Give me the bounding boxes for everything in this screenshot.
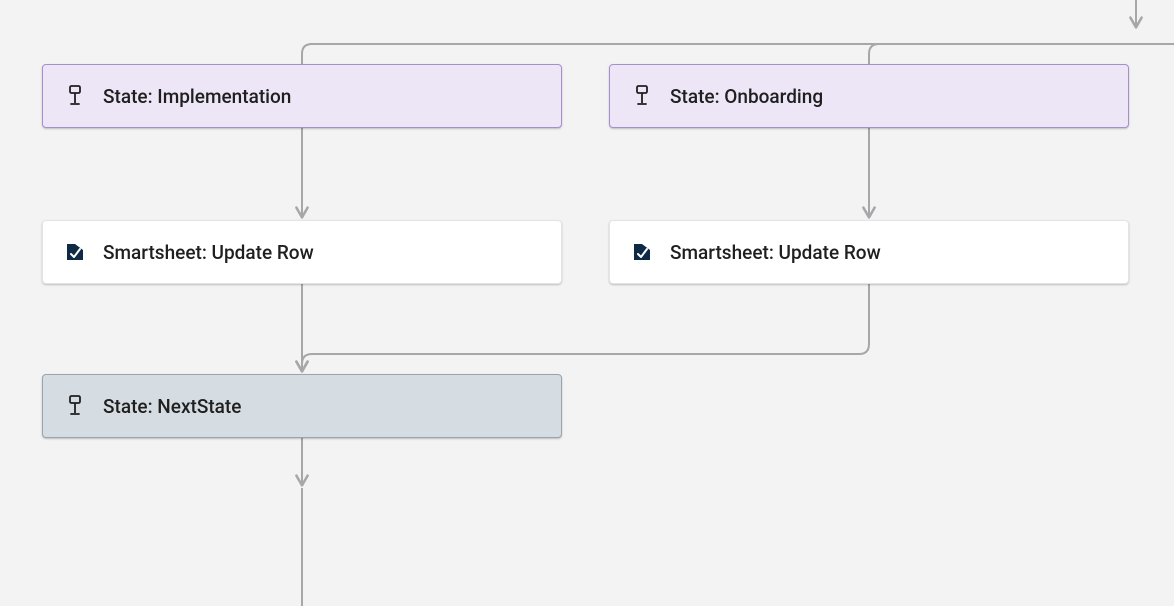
- smartsheet-icon: [632, 242, 652, 262]
- node-label: State: Implementation: [103, 85, 291, 108]
- workflow-canvas[interactable]: State: Implementation State: Onboarding …: [0, 0, 1174, 606]
- node-label: Smartsheet: Update Row: [670, 241, 881, 264]
- node-action-smartsheet-right[interactable]: Smartsheet: Update Row: [609, 220, 1129, 284]
- milestone-icon: [632, 86, 652, 106]
- node-state-onboarding[interactable]: State: Onboarding: [609, 64, 1129, 128]
- node-action-smartsheet-left[interactable]: Smartsheet: Update Row: [42, 220, 562, 284]
- smartsheet-icon: [65, 242, 85, 262]
- node-label: State: NextState: [103, 395, 241, 418]
- milestone-icon: [65, 396, 85, 416]
- node-state-next[interactable]: State: NextState: [42, 374, 562, 438]
- node-state-implementation[interactable]: State: Implementation: [42, 64, 562, 128]
- node-label: Smartsheet: Update Row: [103, 241, 314, 264]
- node-label: State: Onboarding: [670, 85, 823, 108]
- milestone-icon: [65, 86, 85, 106]
